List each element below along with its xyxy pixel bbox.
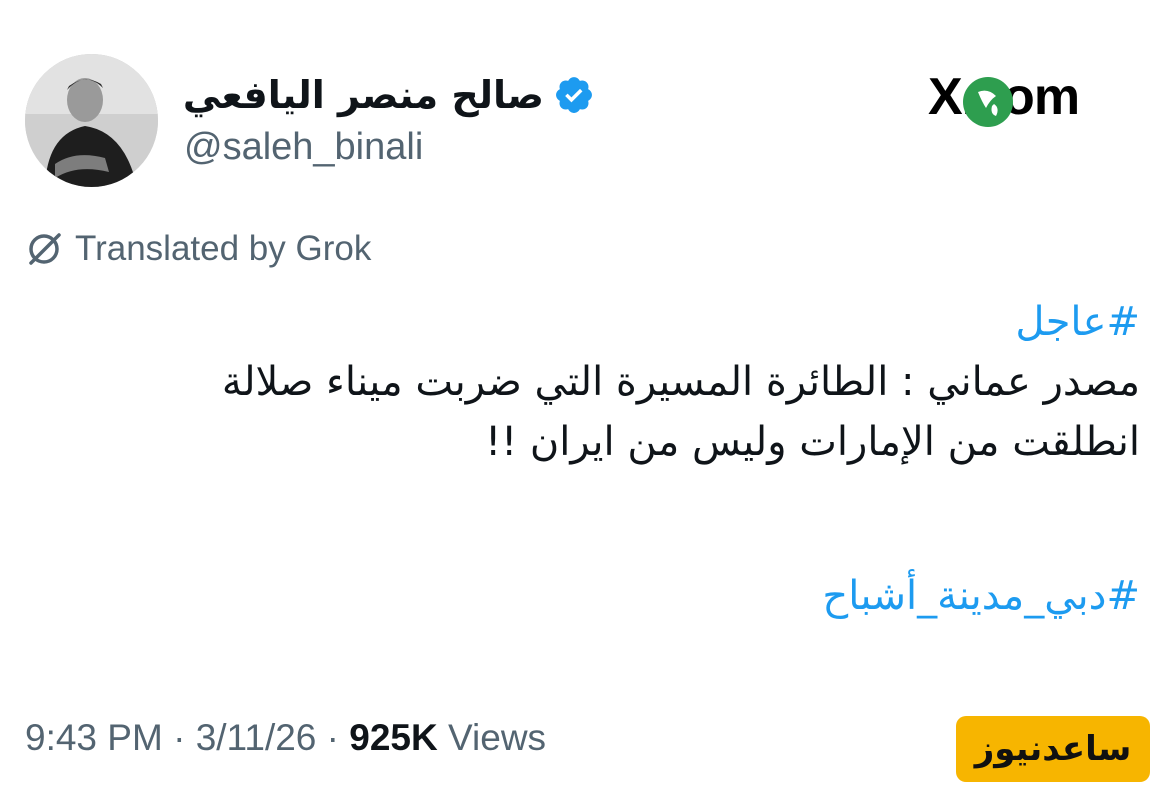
- grok-icon: [29, 233, 61, 265]
- avatar-photo: [25, 54, 158, 187]
- hashtag-breaking[interactable]: #عاجل: [60, 292, 1140, 352]
- watermark-logo: ساعدنیوز: [956, 716, 1150, 782]
- views-label: Views: [437, 717, 547, 758]
- translated-by-label: Translated by Grok: [75, 229, 372, 268]
- translation-notice[interactable]: Translated by Grok: [25, 226, 371, 272]
- display-name[interactable]: صالح منصر اليافعي: [183, 66, 544, 124]
- avatar[interactable]: [25, 54, 158, 187]
- hashtag-dubai[interactable]: #دبي_مدينة_أشباح: [60, 566, 1140, 626]
- tweet-text: #عاجل مصدر عماني : الطائرة المسيرة التي …: [60, 292, 1140, 626]
- meta-separator-2: ·: [316, 717, 350, 758]
- meta-separator: ·: [162, 717, 196, 758]
- user-handle[interactable]: @saleh_binali: [184, 124, 423, 170]
- tweet-time[interactable]: 9:43 PM: [25, 717, 163, 758]
- tweet-meta: 9:43 PM · 3/11/26 · 925K Views: [25, 713, 546, 763]
- views-count: 925K: [349, 717, 438, 758]
- verified-badge-icon: [556, 77, 592, 113]
- tweet-date[interactable]: 3/11/26: [196, 717, 317, 758]
- news-badge-icon: [963, 77, 1013, 127]
- x-com-logo: X.com: [928, 66, 1118, 128]
- tweet-line-1: مصدر عماني : الطائرة المسيرة التي ضربت م…: [221, 359, 1140, 405]
- tweet-line-2: انطلقت من الإمارات وليس من ايران !!: [485, 419, 1140, 465]
